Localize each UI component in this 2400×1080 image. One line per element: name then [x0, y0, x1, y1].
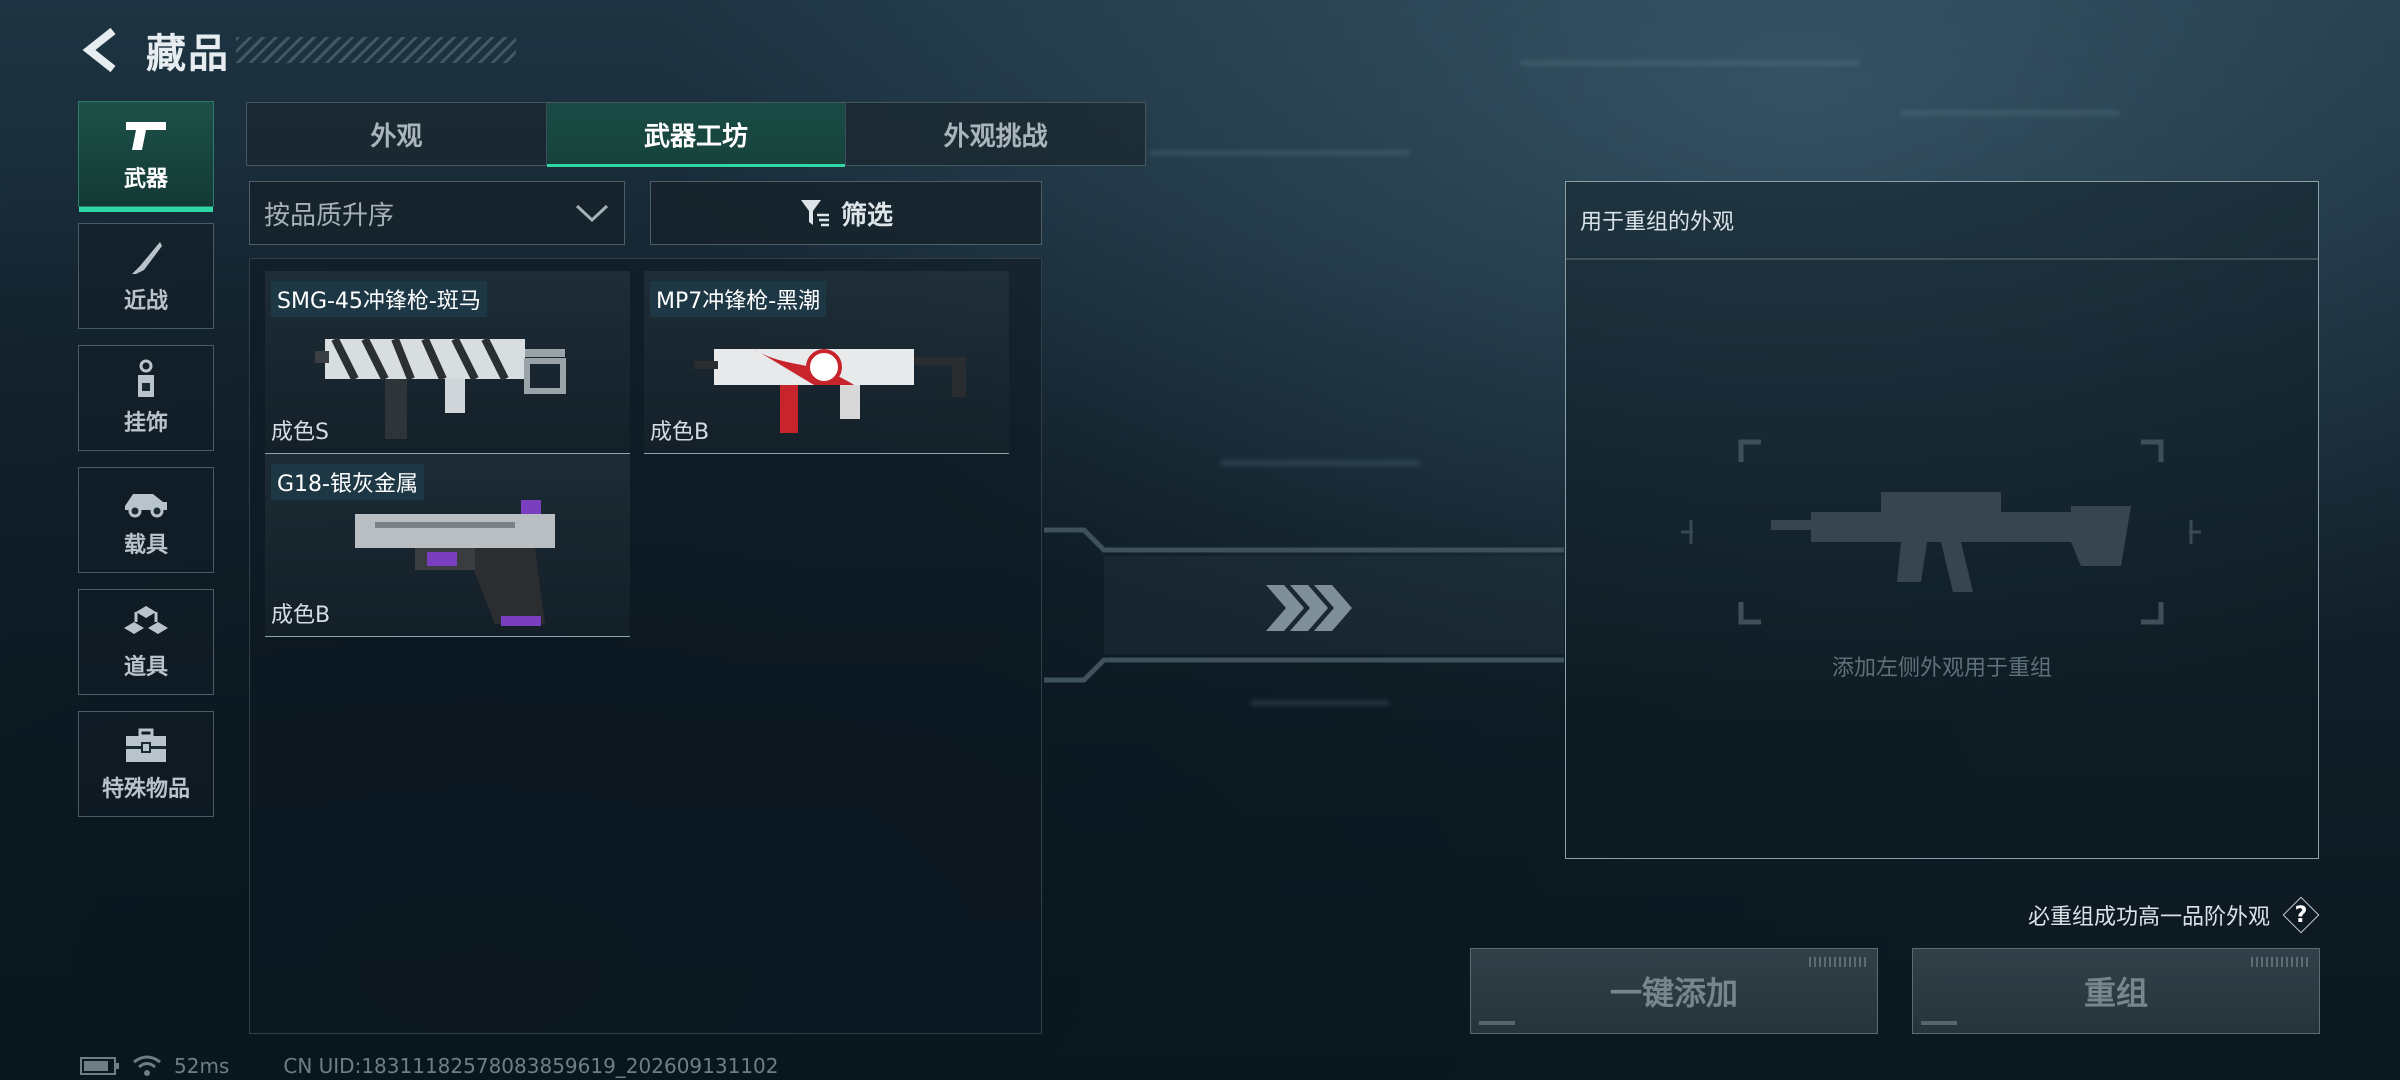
recompose-label: 重组	[2083, 974, 2148, 1012]
recompose-panel: 用于重组的外观 添加左侧外观用于重组	[1565, 181, 2319, 859]
item-name: MP7冲锋枪-黑潮	[650, 281, 827, 317]
smg45-zebra-image	[315, 337, 566, 439]
item-name: SMG-45冲锋枪-斑马	[271, 281, 487, 317]
sort-dropdown[interactable]: 按品质升序	[249, 181, 625, 245]
sidebar-item-melee[interactable]: 近战	[78, 223, 214, 329]
ping-text: 52ms	[174, 1054, 230, 1078]
item-list: SMG-45冲锋枪-斑马 成色S MP7冲锋枪-黑潮 成色B G18-银灰金属 …	[249, 258, 1042, 1034]
hint-text: 必重组成功高一品阶外观	[2027, 905, 2270, 930]
g18-silver-metal-image	[355, 500, 555, 626]
recompose-button[interactable]: 重组	[1912, 948, 2320, 1034]
page-title: 藏品	[146, 31, 230, 77]
transfer-arrow-connector	[1044, 527, 1564, 683]
item-name: G18-银灰金属	[271, 464, 424, 500]
chevron-down-icon	[575, 204, 609, 223]
sidebar-item-label: 道具	[123, 655, 168, 680]
sidebar-item-special[interactable]: 特殊物品	[78, 711, 214, 817]
item-card-mp7[interactable]: MP7冲锋枪-黑潮 成色B	[644, 271, 1009, 454]
recompose-panel-title: 用于重组的外观	[1580, 210, 1735, 235]
item-grade: 成色B	[650, 420, 710, 445]
item-card-smg45[interactable]: SMG-45冲锋枪-斑马 成色S	[265, 271, 630, 454]
sidebar-item-label: 载具	[123, 533, 168, 558]
title-decoration	[236, 37, 516, 63]
item-grade: 成色B	[271, 603, 331, 628]
filter-icon	[800, 200, 829, 227]
back-arrow-icon	[82, 27, 116, 73]
pistol-icon	[122, 115, 170, 157]
sidebar-item-charms[interactable]: 挂饰	[78, 345, 214, 451]
charm-icon	[130, 359, 162, 401]
back-button[interactable]	[76, 22, 126, 78]
wifi-icon	[133, 1055, 161, 1076]
uid-text: CN UID:18311182578083859619_202609131102	[283, 1054, 779, 1078]
mp7-black-tide-image	[694, 349, 966, 433]
help-icon[interactable]: ?	[2284, 898, 2318, 932]
sidebar-item-items[interactable]: 道具	[78, 589, 214, 695]
status-bar: 52ms CN UID:18311182578083859619_2026091…	[80, 1054, 779, 1078]
filter-button[interactable]: 筛选	[650, 181, 1042, 245]
sidebar-item-label: 特殊物品	[101, 777, 190, 802]
item-grade: 成色S	[271, 420, 329, 445]
recompose-hint: 必重组成功高一品阶外观 ?	[2028, 898, 2318, 932]
add-all-button[interactable]: 一键添加	[1470, 948, 1878, 1034]
tab-weapon-workshop[interactable]: 武器工坊	[545, 103, 846, 167]
toolbox-icon	[124, 725, 168, 767]
battery-icon	[80, 1057, 119, 1075]
sidebar-item-label: 挂饰	[123, 411, 168, 436]
tab-bar: 外观 武器工坊 外观挑战	[246, 102, 1146, 167]
rifle-placeholder-icon	[1681, 439, 2201, 625]
header: 藏品	[76, 22, 516, 78]
filter-label: 筛选	[840, 200, 893, 231]
tab-appearance-challenge[interactable]: 外观挑战	[845, 103, 1145, 165]
help-question-mark: ?	[2294, 902, 2308, 928]
add-all-label: 一键添加	[1609, 974, 1738, 1012]
sort-label: 按品质升序	[264, 200, 395, 231]
tab-appearance[interactable]: 外观	[247, 103, 546, 165]
item-card-g18[interactable]: G18-银灰金属 成色B	[265, 454, 630, 637]
knife-icon	[126, 237, 166, 279]
recompose-placeholder-text: 添加左侧外观用于重组	[1831, 656, 2052, 681]
sidebar-item-label: 武器	[123, 167, 168, 192]
sidebar: 武器 近战 挂饰 载具 道具 特殊物品	[78, 101, 216, 833]
items-icon	[124, 603, 168, 645]
vehicle-icon	[123, 481, 169, 523]
sidebar-item-weapons[interactable]: 武器	[78, 101, 214, 212]
sidebar-item-vehicles[interactable]: 载具	[78, 467, 214, 573]
sidebar-item-label: 近战	[123, 289, 168, 314]
